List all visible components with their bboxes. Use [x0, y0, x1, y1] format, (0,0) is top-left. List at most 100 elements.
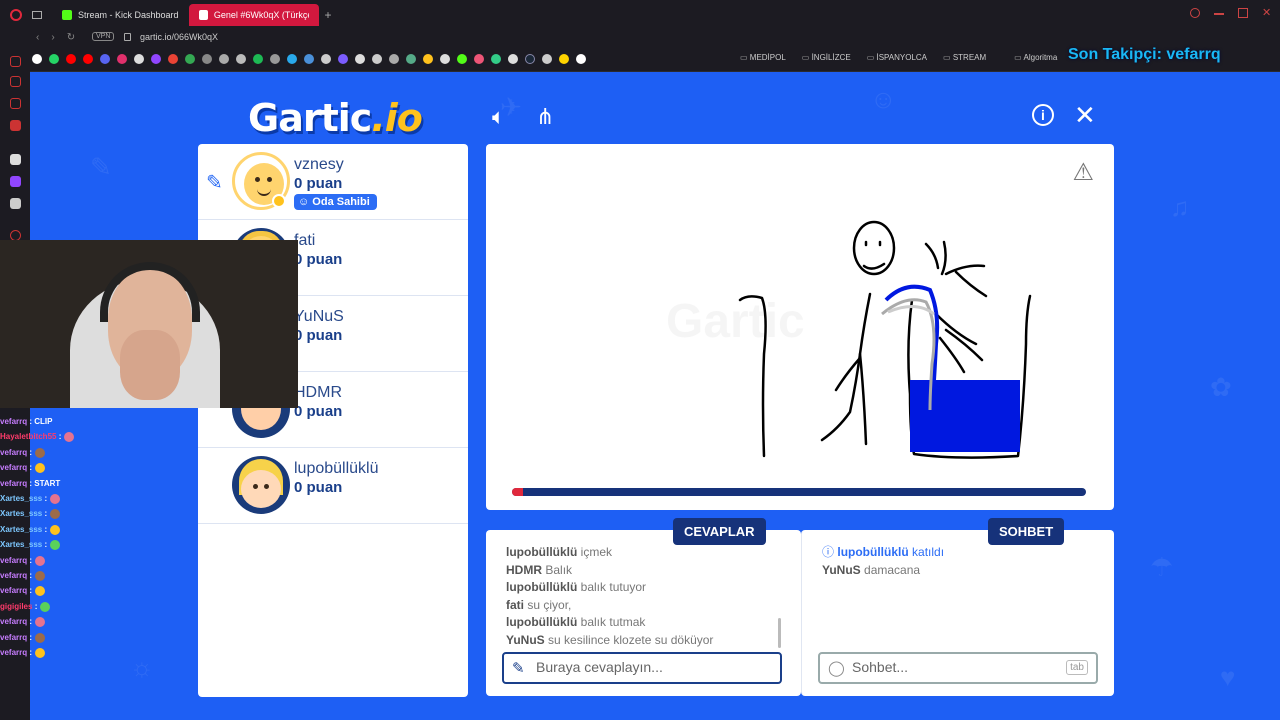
close-window-button[interactable]: ✕: [1262, 8, 1272, 19]
minimize-button[interactable]: [1214, 13, 1224, 15]
reload-icon[interactable]: ↻: [67, 32, 75, 43]
stream-chat-message: :: [29, 617, 33, 627]
bookmark-icon[interactable]: [542, 54, 552, 64]
stream-chat-message: :: [34, 601, 38, 611]
sound-icon[interactable]: 🔈︎: [492, 104, 505, 130]
stream-chat-message: :: [29, 555, 33, 565]
bookmark-icon[interactable]: [270, 54, 280, 64]
youtube-icon[interactable]: [66, 54, 76, 64]
stream-chat-user: Xartes_sss: [0, 494, 43, 504]
bookmark-icon[interactable]: [202, 54, 212, 64]
google-icon[interactable]: [32, 54, 42, 64]
player-score: 0 puan: [294, 327, 343, 344]
discord-icon[interactable]: [100, 54, 110, 64]
emote-icon: [50, 493, 61, 504]
forward-icon[interactable]: ›: [51, 32, 54, 43]
whatsapp-icon[interactable]: [49, 54, 59, 64]
info-icon[interactable]: i: [1032, 104, 1054, 126]
background-doodle: ✎: [90, 152, 112, 182]
drive-icon[interactable]: [185, 54, 195, 64]
telegram-icon[interactable]: [287, 54, 297, 64]
aria-icon[interactable]: [10, 154, 21, 165]
vpn-badge[interactable]: VPN: [92, 32, 115, 41]
answers-panel: CEVAPLAR lupobüllüklü içmek HDMR Balık l…: [486, 518, 801, 696]
emote-icon: [35, 570, 46, 581]
kick-icon[interactable]: [457, 54, 467, 64]
bookmark-folder[interactable]: İNGİLİZCE: [802, 53, 851, 62]
stream-chat-user: vefarrq: [0, 648, 28, 658]
stream-chat-message: :: [29, 571, 33, 581]
timer-bar: [512, 488, 1086, 496]
answer-field[interactable]: ✎: [502, 652, 782, 684]
x-icon[interactable]: [10, 198, 21, 209]
answer-message: lupobüllüklü içmek: [506, 545, 613, 559]
instagram-icon[interactable]: [117, 54, 127, 64]
twitch-icon[interactable]: [10, 176, 21, 187]
stream-chat-message: :: [44, 524, 48, 534]
bookmark-icon[interactable]: [440, 54, 450, 64]
bookmark-icon[interactable]: [406, 54, 416, 64]
answer-input[interactable]: [536, 659, 756, 675]
bookmark-icon[interactable]: [321, 54, 331, 64]
gmail-icon[interactable]: [168, 54, 178, 64]
answers-scrollbar[interactable]: [778, 618, 781, 648]
bookmark-folder[interactable]: MEDİPOL: [740, 53, 786, 62]
bookmark-icon[interactable]: [304, 54, 314, 64]
bookmark-icon[interactable]: [219, 54, 229, 64]
x-icon[interactable]: [134, 54, 144, 64]
chat-tab[interactable]: SOHBET: [988, 518, 1065, 545]
bookmark-icon[interactable]: [508, 54, 518, 64]
player-name: YuNuS: [294, 308, 344, 325]
emote-icon: [35, 632, 46, 643]
bookmark-folder[interactable]: Algoritma: [1014, 53, 1058, 62]
tab-kick-dashboard[interactable]: Stream - Kick Dashboard: [52, 4, 189, 26]
bookmark-icon[interactable]: [389, 54, 399, 64]
opera-icon[interactable]: [10, 9, 22, 21]
bookmark-folder[interactable]: İSPANYOLCA: [867, 53, 927, 62]
bookmark-icon[interactable]: [355, 54, 365, 64]
gmail-icon[interactable]: [10, 120, 21, 131]
bookmark-icon[interactable]: [474, 54, 484, 64]
player-item[interactable]: ✎ vznesy 0 puan Oda Sahibi: [198, 144, 468, 220]
stream-chat-overlay: vefarrq : CLIP Hayaletbitch55 : vefarrq :v…: [0, 414, 140, 661]
back-icon[interactable]: ‹: [36, 32, 39, 43]
bookmark-icon[interactable]: [423, 54, 433, 64]
tab-gartic[interactable]: Genel #6Wk0qX (Türkçe): [188, 4, 319, 26]
bookmark-icon[interactable]: [559, 54, 569, 64]
drawing-canvas[interactable]: Gartic ⚠: [486, 144, 1114, 510]
emote-icon: [35, 463, 46, 474]
share-icon[interactable]: ⋔: [536, 104, 554, 130]
new-tab-button[interactable]: +: [325, 8, 332, 22]
stream-chat-user: vefarrq: [0, 463, 28, 473]
background-doodle: ♥: [1220, 662, 1236, 692]
bookmark-folders: MEDİPOL İNGİLİZCE İSPANYOLCA STREAM Algo…: [740, 53, 1058, 62]
background-doodle: ♫: [1170, 192, 1190, 222]
player-item[interactable]: lupobüllüklü 0 puan: [198, 448, 468, 524]
spotify-icon[interactable]: [253, 54, 263, 64]
bookmark-icon[interactable]: [236, 54, 246, 64]
emote-icon: [35, 617, 46, 628]
emote-icon: [35, 447, 46, 458]
bookmark-icon[interactable]: [576, 54, 586, 64]
bookmark-folder[interactable]: STREAM: [943, 53, 986, 62]
url-field[interactable]: gartic.io/066Wk0qX: [140, 30, 218, 45]
history-icon[interactable]: [10, 98, 21, 109]
bookmark-icon[interactable]: [10, 76, 21, 87]
answers-tab[interactable]: CEVAPLAR: [673, 518, 766, 545]
bookmark-icon[interactable]: [491, 54, 501, 64]
chat-message: YuNuS damacana: [822, 562, 921, 577]
stream-chat-message: :: [44, 494, 48, 504]
stream-chat-message: :: [29, 586, 33, 596]
chat-input[interactable]: [852, 659, 1072, 675]
chat-field[interactable]: ◯ tab: [818, 652, 1098, 684]
close-icon[interactable]: ✕: [1074, 100, 1096, 131]
workspaces-icon[interactable]: [32, 11, 42, 19]
bookmark-icon[interactable]: [338, 54, 348, 64]
twitch-icon[interactable]: [151, 54, 161, 64]
maximize-button[interactable]: [1238, 8, 1248, 18]
bookmark-icon[interactable]: [372, 54, 382, 64]
search-icon[interactable]: [1190, 8, 1200, 18]
messenger-icon[interactable]: [10, 56, 21, 67]
youtube-icon[interactable]: [83, 54, 93, 64]
steam-icon[interactable]: [525, 54, 535, 64]
